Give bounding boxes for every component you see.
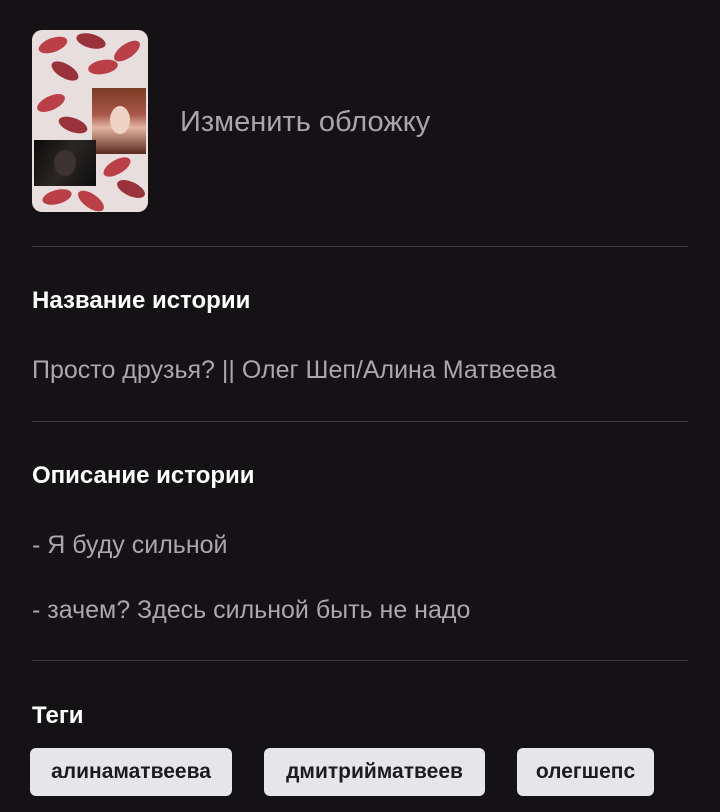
tag-chip[interactable]: алинаматвеева xyxy=(30,748,232,796)
cover-photo-woman xyxy=(92,88,146,154)
lip-print-decoration xyxy=(87,57,119,77)
tag-chip[interactable]: олегшепс xyxy=(517,748,654,796)
cover-photo-man xyxy=(34,140,96,186)
lip-print-decoration xyxy=(56,113,90,137)
story-description-line[interactable]: - Я буду сильной xyxy=(32,531,228,560)
story-description-line[interactable]: - зачем? Здесь сильной быть не надо xyxy=(32,596,470,625)
lip-print-decoration xyxy=(36,33,70,57)
story-title-field[interactable]: Просто друзья? || Олег Шеп/Алина Матвеев… xyxy=(32,356,556,385)
tag-chip[interactable]: дмитрийматвеев xyxy=(264,748,485,796)
tags-label: Теги xyxy=(32,702,84,729)
lip-print-decoration xyxy=(100,153,134,181)
story-description-label: Описание истории xyxy=(32,462,255,489)
story-title-label: Название истории xyxy=(32,287,251,314)
lip-print-decoration xyxy=(34,90,68,116)
lip-print-decoration xyxy=(74,30,108,52)
cover-row: Изменить обложку xyxy=(32,30,688,214)
lip-print-decoration xyxy=(40,186,74,208)
divider xyxy=(32,660,688,661)
change-cover-button[interactable]: Изменить обложку xyxy=(180,106,430,139)
divider xyxy=(32,246,688,247)
lip-print-decoration xyxy=(114,176,148,202)
lip-print-decoration xyxy=(48,57,82,85)
divider xyxy=(32,421,688,422)
cover-image[interactable] xyxy=(32,30,148,212)
lip-print-decoration xyxy=(74,186,108,212)
